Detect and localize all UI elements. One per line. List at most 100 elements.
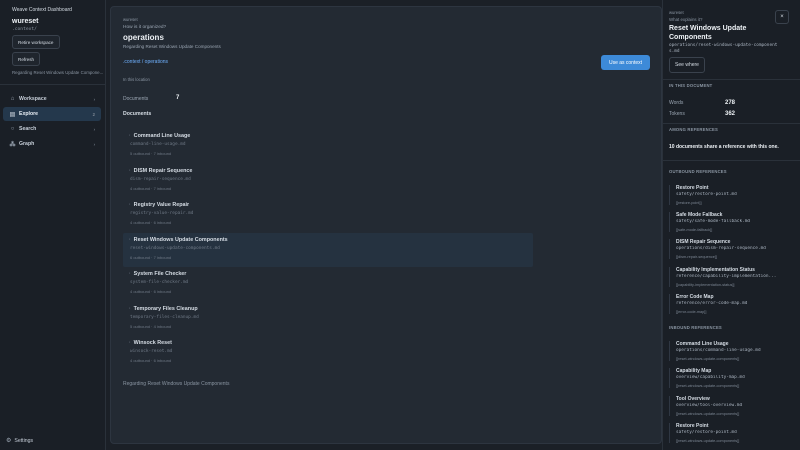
outbound-reference[interactable]: Error Code Map reference/error-code-map.… (669, 294, 797, 314)
nav-item-search[interactable]: ○ Search › (3, 122, 101, 136)
use-as-context-button[interactable]: Use as context (601, 55, 650, 70)
reference-path: reference/capability-implementation... (676, 274, 777, 279)
main-eyebrow: wureset (123, 17, 138, 22)
nav-label: Explore (19, 111, 39, 117)
sidebar: Weave Context Dashboard wureset .context… (0, 0, 106, 450)
reference-title: Tool Overview (676, 396, 710, 402)
home-icon: ⌂ (10, 96, 15, 102)
document-path: reset-windows-update-components.md (130, 246, 220, 251)
document-meta: 4 outbound · 6 inbound (130, 358, 172, 363)
documents-stat-value: 7 (176, 95, 180, 101)
see-where-button[interactable]: See where (669, 57, 705, 73)
nav-label: Workspace (19, 96, 47, 102)
tokens-stat: Tokens 362 (669, 111, 735, 117)
reference-title: Capability Implementation Status (676, 267, 755, 273)
reference-path: safety/safe-mode-fallback.md (676, 219, 751, 224)
document-item[interactable]: · DISM Repair Sequence dism-repair-sequen… (123, 164, 533, 198)
workspace-name: wureset (12, 18, 39, 25)
document-meta: 4 outbound · 7 inbound (130, 186, 172, 191)
close-button[interactable]: × (775, 10, 789, 24)
nav-count-badge: 2 (92, 111, 95, 117)
reference-path: overview/capability-map.md (676, 375, 745, 380)
in-document-heading: IN THIS DOCUMENT (669, 83, 713, 88)
reference-title: DISM Repair Sequence (676, 239, 731, 245)
nav-label: Search (19, 126, 37, 132)
outbound-reference[interactable]: Capability Implementation Status referen… (669, 267, 797, 287)
reference-path: safety/restore-point.md (676, 430, 737, 435)
document-item-selected[interactable]: · Reset Windows Update Components reset-w… (123, 233, 533, 267)
detail-eyebrow: wureset (669, 10, 684, 15)
reference-anchor: [[capability-implementation-status]] (676, 283, 735, 287)
outbound-reference[interactable]: DISM Repair Sequence operations/dism-rep… (669, 239, 797, 259)
inbound-reference[interactable]: Command Line Usage operations/command-li… (669, 341, 797, 361)
close-icon: × (780, 14, 784, 20)
document-path: registry-value-repair.md (130, 211, 194, 216)
reference-title: Command Line Usage (676, 341, 729, 347)
inbound-reference[interactable]: Capability Map overview/capability-map.m… (669, 368, 797, 388)
document-meta: 5 outbound · 4 inbound (130, 324, 172, 329)
document-item[interactable]: · Registry Value Repair registry-value-re… (123, 198, 533, 232)
page-title: operations (123, 33, 164, 42)
outbound-reference[interactable]: Safe Mode Fallback safety/safe-mode-fall… (669, 212, 797, 232)
reference-title: Capability Map (676, 368, 712, 374)
reference-path: operations/command-line-usage.md (676, 348, 761, 353)
detail-question: What explains it? (669, 17, 703, 22)
workspace-path: .context/ (12, 27, 37, 32)
document-title: System File Checker (133, 271, 187, 277)
retire-workspace-button[interactable]: Retire workspace (12, 35, 60, 49)
reference-path: safety/restore-point.md (676, 192, 737, 197)
document-title: Temporary Files Cleanup (133, 306, 198, 312)
inbound-references-heading: INBOUND REFERENCES (669, 325, 722, 330)
reference-title: Restore Point (676, 185, 709, 191)
document-title: Command Line Usage (133, 133, 191, 139)
documents-heading: Documents (123, 111, 152, 117)
document-path: dism-repair-sequence.md (130, 177, 191, 182)
nav-label: Graph (19, 141, 35, 147)
document-icon: · (129, 237, 131, 243)
among-references-text: 10 documents share a reference with this… (669, 144, 779, 150)
reference-anchor: [[reset-windows-update-components]] (676, 384, 740, 388)
reference-title: Error Code Map (676, 294, 714, 300)
settings-button[interactable]: ⚙ Settings (6, 437, 34, 445)
document-icon: · (129, 133, 131, 139)
page-subtitle: Regarding Reset Windows Update Component… (123, 44, 221, 49)
document-item[interactable]: · Winsock Reset winsock-reset.md 4 outbou… (123, 336, 533, 370)
document-item[interactable]: · System File Checker system-file-checker… (123, 267, 533, 301)
breadcrumb[interactable]: .context / operations (123, 59, 168, 65)
reference-path: overview/tool-overview.md (676, 403, 743, 408)
settings-label: Settings (14, 437, 34, 444)
document-meta: 4 outbound · 6 inbound (130, 289, 172, 294)
divider (663, 160, 800, 161)
detail-title: Reset Windows Update Components (669, 25, 747, 41)
reference-title: Safe Mode Fallback (676, 212, 723, 218)
detail-path: operations/reset-windows-update-componen… (669, 43, 778, 54)
main-question: How is it organized? (123, 25, 167, 30)
outbound-reference[interactable]: Restore Point safety/restore-point.md [[… (669, 185, 797, 205)
among-references-heading: AMONG REFERENCES (669, 127, 719, 132)
inbound-reference[interactable]: Restore Point safety/restore-point.md [[… (669, 423, 797, 443)
words-value: 278 (724, 100, 735, 106)
reference-anchor: [[safe-mode-fallback]] (676, 228, 713, 232)
document-title: Registry Value Repair (133, 202, 190, 208)
refresh-button[interactable]: Refresh (12, 52, 41, 66)
sidebar-caption: Regarding Reset Windows Update Compone..… (12, 70, 104, 75)
nav-item-workspace[interactable]: ⌂ Workspace › (3, 92, 101, 106)
document-title: DISM Repair Sequence (133, 168, 193, 174)
search-icon: ○ (10, 126, 15, 132)
reference-anchor: [[reset-windows-update-components]] (676, 412, 740, 416)
gear-icon: ⚙ (6, 438, 12, 444)
document-item[interactable]: · Command Line Usage command-line-usage.m… (123, 129, 533, 163)
document-item[interactable]: · Temporary Files Cleanup temporary-files… (123, 302, 533, 336)
reference-title: Restore Point (676, 423, 709, 429)
document-meta: 6 outbound · 7 inbound (130, 255, 172, 260)
document-path: command-line-usage.md (130, 142, 186, 147)
words-label: Words (669, 100, 684, 106)
document-meta: 5 outbound · 7 inbound (130, 151, 172, 156)
nav-item-explore[interactable]: ▤ Explore 2 (3, 107, 101, 121)
app-title: Weave Context Dashboard (12, 7, 72, 13)
inbound-reference[interactable]: Tool Overview overview/tool-overview.md … (669, 396, 797, 416)
main-panel: wureset How is it organized? operations … (110, 6, 662, 444)
document-meta: 4 outbound · 6 inbound (130, 220, 172, 225)
reference-path: reference/error-code-map.md (676, 301, 748, 306)
nav-item-graph[interactable]: ⁂ Graph › (3, 137, 101, 151)
